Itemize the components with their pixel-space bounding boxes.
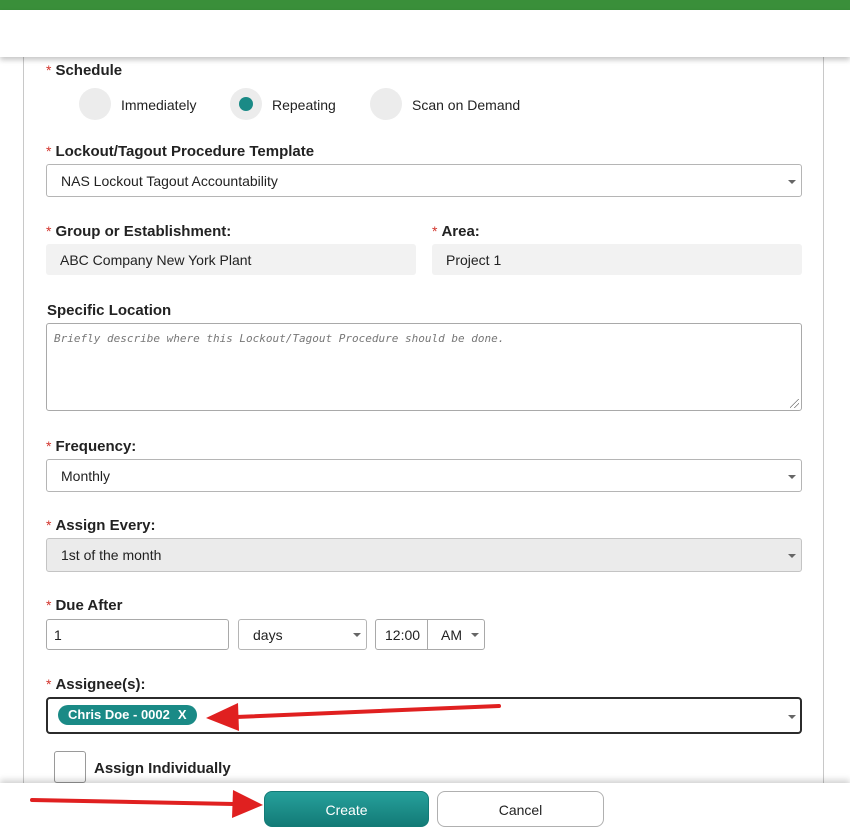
due-after-amount-input[interactable]: 1 bbox=[46, 619, 229, 650]
assign-individually-label: Assign Individually bbox=[94, 760, 231, 777]
radio-repeating[interactable] bbox=[230, 88, 262, 120]
radio-scan-on-demand-label: Scan on Demand bbox=[412, 97, 521, 113]
frequency-select[interactable]: Monthly bbox=[46, 459, 802, 492]
cancel-button[interactable]: Cancel bbox=[437, 791, 604, 827]
assign-individually-checkbox[interactable] bbox=[54, 751, 86, 783]
assign-every-label: * Assign Every: bbox=[46, 517, 156, 534]
footer-bar: Create Cancel bbox=[0, 783, 850, 832]
template-select[interactable]: NAS Lockout Tagout Accountability bbox=[46, 164, 802, 197]
chevron-down-icon bbox=[788, 180, 796, 184]
app-header bbox=[0, 10, 850, 57]
area-label: * Area: bbox=[432, 223, 480, 240]
chevron-down-icon bbox=[471, 633, 479, 637]
schedule-label: * Schedule bbox=[46, 62, 123, 79]
resize-grip-icon[interactable] bbox=[790, 399, 799, 408]
group-label: * Group or Establishment: bbox=[46, 223, 232, 240]
time-value[interactable]: 12:00 bbox=[385, 627, 420, 643]
group-field: ABC Company New York Plant bbox=[46, 244, 416, 275]
location-placeholder: Briefly describe where this Lockout/Tago… bbox=[54, 332, 505, 345]
frequency-label: * Frequency: bbox=[46, 438, 137, 455]
radio-immediately-label: Immediately bbox=[121, 97, 197, 113]
chevron-down-icon bbox=[353, 633, 361, 637]
assignees-label: * Assignee(s): bbox=[46, 676, 146, 693]
top-accent-bar bbox=[0, 0, 850, 10]
radio-repeating-label: Repeating bbox=[272, 97, 336, 113]
chevron-down-icon bbox=[788, 715, 796, 719]
due-after-label: * Due After bbox=[46, 597, 123, 614]
create-button[interactable]: Create bbox=[264, 791, 429, 827]
radio-scan-on-demand[interactable] bbox=[370, 88, 402, 120]
required-mark: * bbox=[46, 62, 52, 78]
assignees-multiselect[interactable]: Chris Doe - 0002 X bbox=[46, 697, 802, 734]
assignee-chip[interactable]: Chris Doe - 0002 X bbox=[58, 705, 197, 725]
due-after-unit-select[interactable]: days bbox=[238, 619, 367, 650]
chevron-down-icon bbox=[788, 554, 796, 558]
assign-every-select: 1st of the month bbox=[46, 538, 802, 572]
template-label: * Lockout/Tagout Procedure Template bbox=[46, 143, 315, 160]
template-select-value: NAS Lockout Tagout Accountability bbox=[61, 173, 278, 189]
remove-chip-icon[interactable]: X bbox=[178, 707, 187, 722]
area-field: Project 1 bbox=[432, 244, 802, 275]
chevron-down-icon bbox=[788, 475, 796, 479]
location-textarea[interactable]: Briefly describe where this Lockout/Tago… bbox=[46, 323, 802, 411]
ampm-value[interactable]: AM bbox=[441, 627, 462, 643]
assign-every-value: 1st of the month bbox=[61, 547, 162, 563]
due-after-time-picker[interactable]: 12:00 AM bbox=[375, 619, 485, 650]
frequency-select-value: Monthly bbox=[61, 468, 111, 484]
radio-immediately[interactable] bbox=[79, 88, 111, 120]
location-label: Specific Location bbox=[47, 302, 172, 319]
